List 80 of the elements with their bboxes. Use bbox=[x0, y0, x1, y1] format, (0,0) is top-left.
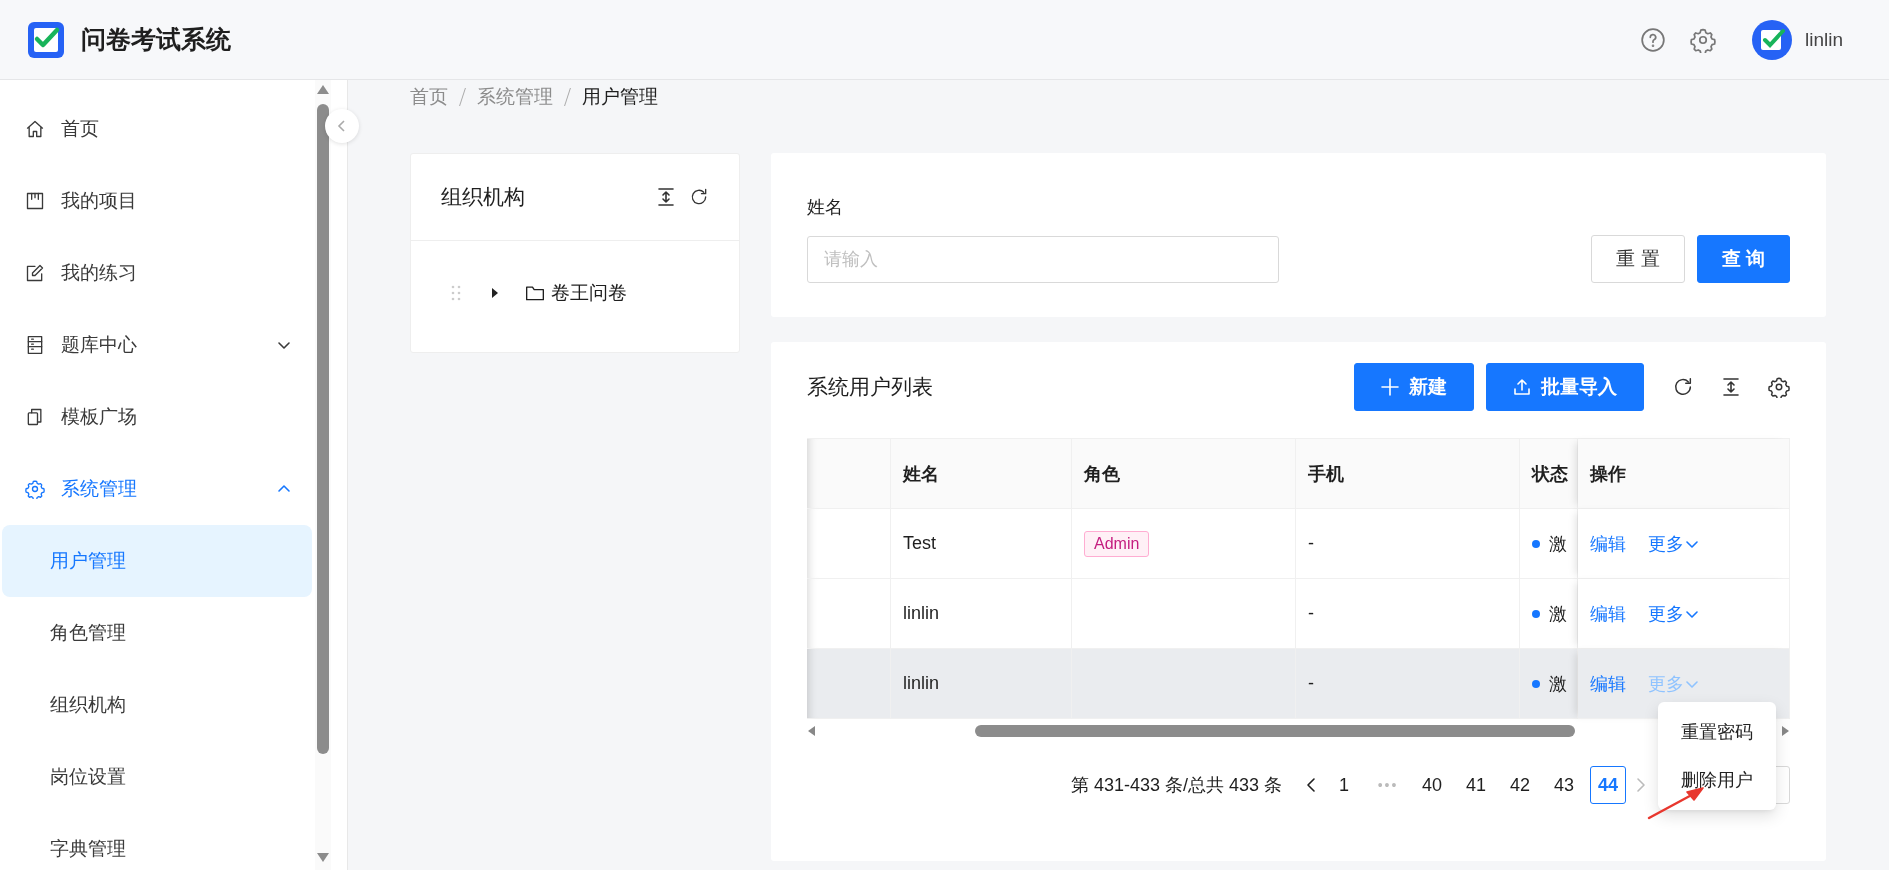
pagination-summary: 第 431-433 条/总共 433 条 bbox=[1070, 774, 1282, 797]
logo-icon bbox=[26, 19, 66, 60]
table-cell: - bbox=[1296, 649, 1520, 719]
query-button[interactable]: 查 询 bbox=[1696, 235, 1790, 283]
panel-title: 组织机构 bbox=[441, 184, 526, 210]
field-label: 姓名 bbox=[807, 196, 844, 219]
scroll-left-icon[interactable] bbox=[807, 725, 817, 737]
status-dot bbox=[1532, 539, 1540, 548]
submenu-item[interactable]: 角色管理 bbox=[2, 597, 312, 669]
edit-icon bbox=[25, 263, 45, 283]
table-cell: - bbox=[1296, 509, 1520, 579]
name-input-field[interactable]: 请输入 bbox=[807, 235, 1279, 283]
refresh-icon[interactable] bbox=[689, 187, 709, 207]
table-cell: linlin bbox=[891, 579, 1072, 649]
status-text: 激 bbox=[1549, 602, 1567, 626]
page-number[interactable]: 42 bbox=[1502, 766, 1538, 804]
new-button[interactable]: 新建 bbox=[1354, 363, 1474, 411]
sidebar-item[interactable]: 我的项目 bbox=[0, 165, 312, 237]
avatar-icon[interactable] bbox=[1752, 19, 1792, 60]
page-number[interactable]: 44 bbox=[1590, 766, 1626, 804]
chevron-left-icon bbox=[336, 119, 348, 133]
upload-icon bbox=[1513, 378, 1531, 396]
status-dot bbox=[1532, 609, 1540, 618]
row-height-icon[interactable] bbox=[1722, 377, 1740, 397]
app-title: 问卷考试系统 bbox=[81, 24, 231, 55]
list-icon bbox=[25, 335, 45, 355]
table-cell: - bbox=[1296, 579, 1520, 649]
page-number[interactable]: 1 bbox=[1326, 766, 1362, 804]
settings-icon bbox=[25, 479, 45, 499]
page-number[interactable]: 43 bbox=[1546, 766, 1582, 804]
page-number[interactable]: 40 bbox=[1414, 766, 1450, 804]
table-header-cell: 操作 bbox=[1578, 439, 1790, 509]
more-link[interactable]: 更多 bbox=[1648, 601, 1698, 626]
table-header-cell: 手机 bbox=[1296, 439, 1520, 509]
user-name[interactable]: linlin bbox=[1805, 28, 1889, 51]
collapse-button[interactable] bbox=[325, 109, 359, 143]
drag-handle-icon bbox=[451, 285, 461, 301]
menu-item[interactable]: 删除用户 bbox=[1658, 756, 1776, 804]
submenu-item[interactable]: 字典管理 bbox=[2, 813, 312, 870]
edit-link[interactable]: 编辑 bbox=[1590, 601, 1626, 626]
breadcrumb-item: 用户管理 bbox=[582, 85, 658, 109]
sidebar-item[interactable]: 我的练习 bbox=[0, 237, 312, 309]
board-icon bbox=[25, 191, 45, 211]
sidebar-item[interactable]: 首页 bbox=[0, 93, 312, 165]
page-number[interactable]: 41 bbox=[1458, 766, 1494, 804]
scroll-right-icon[interactable] bbox=[1780, 725, 1790, 737]
table-title: 系统用户列表 bbox=[807, 374, 934, 400]
sidebar-item[interactable]: 题库中心 bbox=[0, 309, 312, 381]
help-icon[interactable] bbox=[1640, 26, 1666, 53]
copy-icon bbox=[25, 407, 45, 427]
table-header-cell: 角色 bbox=[1072, 439, 1296, 509]
submenu-item[interactable]: 岗位设置 bbox=[2, 741, 312, 813]
role-tag: Admin bbox=[1084, 530, 1150, 557]
refresh-icon[interactable] bbox=[1672, 376, 1694, 398]
plus-icon bbox=[1381, 378, 1399, 396]
reset-button[interactable]: 重 置 bbox=[1591, 235, 1685, 283]
sidebar-item[interactable]: 模板广场 bbox=[0, 381, 312, 453]
next-page-icon bbox=[1634, 777, 1648, 793]
import-button[interactable]: 批量导入 bbox=[1486, 363, 1644, 411]
home-icon bbox=[25, 119, 45, 139]
table-cell: Test bbox=[891, 509, 1072, 579]
scrollbar[interactable] bbox=[315, 80, 331, 870]
tree-node[interactable]: 卷王问卷 bbox=[411, 241, 739, 345]
more-link[interactable]: 更多 bbox=[1648, 531, 1698, 556]
edit-link[interactable]: 编辑 bbox=[1590, 671, 1626, 696]
status-text: 激 bbox=[1549, 672, 1567, 696]
folder-icon bbox=[525, 284, 545, 302]
sidebar-item[interactable]: 系统管理 bbox=[0, 453, 312, 525]
submenu-item[interactable]: 用户管理 bbox=[2, 525, 312, 597]
submenu-item[interactable]: 组织机构 bbox=[2, 669, 312, 741]
table-header-cell: 状态 bbox=[1520, 439, 1578, 509]
expand-icon[interactable] bbox=[657, 187, 675, 207]
settings-icon[interactable] bbox=[1768, 376, 1790, 398]
previous-page-icon[interactable] bbox=[1304, 777, 1318, 793]
table-cell: linlin bbox=[891, 649, 1072, 719]
edit-link[interactable]: 编辑 bbox=[1590, 531, 1626, 556]
table-header-cell: 姓名 bbox=[891, 439, 1072, 509]
status-text: 激 bbox=[1549, 532, 1567, 556]
menu-item[interactable]: 重置密码 bbox=[1658, 708, 1776, 756]
status-dot bbox=[1532, 679, 1540, 688]
